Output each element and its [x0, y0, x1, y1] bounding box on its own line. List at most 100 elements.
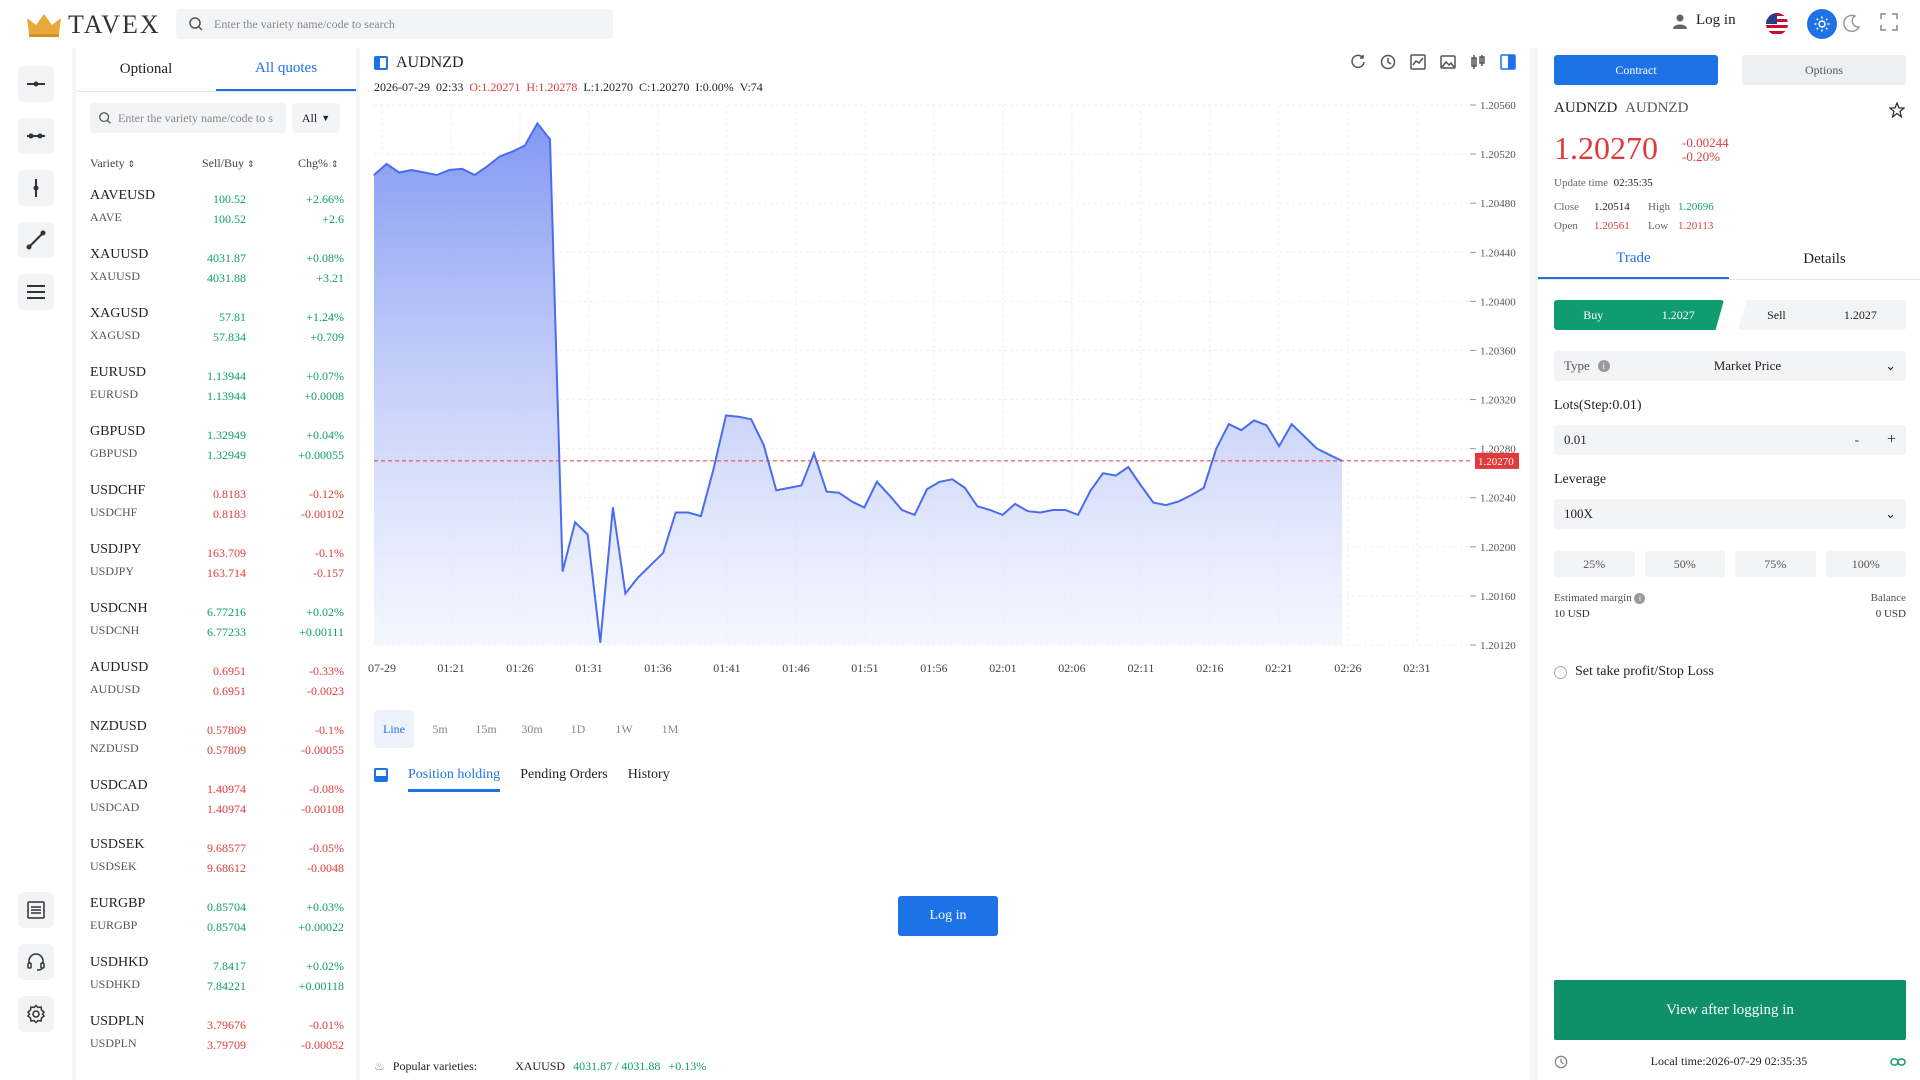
tab-details[interactable]: Details — [1729, 240, 1920, 279]
popular-change: +0.13% — [668, 1059, 707, 1073]
quote-change: +0.00111 — [299, 625, 344, 639]
tab-position-holding[interactable]: Position holding — [408, 767, 501, 792]
quote-row[interactable]: USDJPY USDJPY 163.709 163.714 -0.1% -0.157 — [90, 540, 344, 599]
leverage-select[interactable]: 100X ⌄ — [1554, 499, 1906, 529]
period-30m[interactable]: 30m — [512, 710, 552, 748]
orders-panel-icon[interactable] — [374, 768, 388, 782]
global-search[interactable]: Enter the variety name/code to search — [176, 9, 613, 39]
login-button[interactable]: Log in — [898, 896, 998, 936]
period-15m[interactable]: 15m — [466, 710, 506, 748]
news-icon[interactable] — [18, 892, 54, 928]
filter-dropdown[interactable]: All ▼ — [292, 103, 340, 133]
col-chg[interactable]: Chg% ⇕ — [298, 156, 339, 171]
percent-25-button[interactable]: 25% — [1554, 551, 1635, 577]
quote-buy: 57.834 — [213, 330, 246, 344]
indicator-icon[interactable] — [1410, 54, 1426, 70]
quote-row[interactable]: USDCNH USDCNH 6.77216 6.77233 +0.02% +0.00111 — [90, 599, 344, 658]
quote-row[interactable]: USDCHF USDCHF 0.8183 0.8183 -0.12% -0.00102 — [90, 481, 344, 540]
candlestick-icon[interactable] — [1470, 54, 1486, 70]
quote-subname: USDCAD — [90, 800, 140, 814]
link-icon[interactable] — [1890, 1055, 1906, 1069]
tab-optional[interactable]: Optional — [76, 48, 216, 91]
quote-sell: 4031.87 — [207, 251, 246, 265]
vertical-line-tool-icon[interactable] — [18, 170, 54, 206]
quote-row[interactable]: XAGUSD XAGUSD 57.81 57.834 +1.24% +0.709 — [90, 304, 344, 363]
quote-row[interactable]: USDPLN USDPLN 3.79676 3.79709 -0.01% -0.00052 — [90, 1012, 344, 1071]
lots-stepper[interactable]: 0.01 - + — [1554, 425, 1906, 455]
trend-line-tool-icon[interactable] — [18, 222, 54, 258]
data-point — [1265, 424, 1268, 426]
y-tick-label: 1.20200 — [1480, 542, 1516, 554]
logo[interactable]: TAVEX — [26, 10, 161, 40]
buy-button[interactable]: Buy 1.2027 — [1554, 300, 1724, 330]
login-link[interactable]: Log in — [1672, 12, 1736, 29]
quote-row[interactable]: EURUSD EURUSD 1.13944 1.13944 +0.07% +0.0008 — [90, 363, 344, 422]
contract-button[interactable]: Contract — [1554, 55, 1718, 85]
tab-history[interactable]: History — [628, 767, 670, 783]
x-tick-label: 01:36 — [644, 661, 671, 675]
period-5m[interactable]: 5m — [420, 710, 460, 748]
tab-pending-orders[interactable]: Pending Orders — [520, 767, 608, 783]
quote-row[interactable]: AUDUSD AUDUSD 0.6951 0.6951 -0.33% -0.0023 — [90, 658, 344, 717]
chart-symbol[interactable]: AUDNZD — [374, 54, 464, 72]
star-favorite-icon[interactable] — [1889, 102, 1905, 118]
fullscreen-icon[interactable] — [1880, 13, 1898, 35]
ray-line-tool-icon[interactable] — [18, 118, 54, 154]
order-type-select[interactable]: Type i Market Price ⌄ — [1554, 351, 1906, 381]
high-value: 1.20696 — [1678, 201, 1714, 213]
quote-subname: AAVE — [90, 210, 122, 224]
price-chart[interactable]: 1.20560 1.20520 1.20480 1.20440 1.20400 1.203… — [360, 100, 1530, 700]
quote-row[interactable]: GBPUSD GBPUSD 1.32949 1.32949 +0.04% +0.00055 — [90, 422, 344, 481]
quote-row[interactable]: AAVEUSD AAVE 100.52 100.52 +2.66% +2.6 — [90, 186, 344, 245]
light-theme-button[interactable] — [1807, 9, 1837, 39]
quote-subname: NZDUSD — [90, 741, 139, 755]
period-1m[interactable]: 1M — [650, 710, 690, 748]
clock-icon[interactable] — [1380, 54, 1396, 70]
quote-row[interactable]: EURGBP EURGBP 0.85704 0.85704 +0.03% +0.00022 — [90, 894, 344, 953]
quotes-search-input[interactable]: Enter the variety name/code to s — [90, 103, 286, 133]
quote-row[interactable]: USDCAD USDCAD 1.40974 1.40974 -0.08% -0.00108 — [90, 776, 344, 835]
chevron-down-icon: ⌄ — [1885, 506, 1896, 521]
quote-symbol: EURGBP — [90, 896, 146, 911]
menu-icon[interactable] — [18, 274, 54, 310]
col-variety[interactable]: Variety ⇕ — [90, 156, 135, 171]
quote-row[interactable]: NZDUSD NZDUSD 0.57809 0.57809 -0.1% -0.00055 — [90, 717, 344, 776]
horizontal-line-tool-icon[interactable] — [18, 66, 54, 102]
quote-row[interactable]: USDSEK USDSEK 9.68577 9.68612 -0.05% -0.0048 — [90, 835, 344, 894]
moon-icon[interactable] — [1842, 13, 1862, 37]
tab-all-quotes[interactable]: All quotes — [216, 48, 356, 91]
sell-button[interactable]: Sell 1.2027 — [1738, 300, 1906, 330]
data-point — [612, 506, 614, 509]
plus-icon[interactable]: + — [1887, 431, 1896, 449]
percent-50-button[interactable]: 50% — [1644, 551, 1725, 577]
quote-change: +3.21 — [316, 271, 344, 285]
headset-support-icon[interactable] — [18, 944, 54, 980]
options-button[interactable]: Options — [1742, 55, 1906, 85]
percent-75-button[interactable]: 75% — [1735, 551, 1816, 577]
period-line[interactable]: Line — [374, 710, 414, 748]
data-point — [926, 488, 928, 490]
radio-icon[interactable] — [1554, 665, 1567, 679]
popular-symbol[interactable]: XAUUSD — [515, 1059, 565, 1074]
panel-toggle-icon[interactable] — [374, 56, 388, 70]
settings-gear-icon[interactable] — [18, 996, 54, 1032]
quote-subname: USDCHF — [90, 505, 138, 519]
percent-100-button[interactable]: 100% — [1825, 551, 1906, 577]
view-after-login-button[interactable]: View after logging in — [1554, 980, 1906, 1040]
tab-trade[interactable]: Trade — [1538, 240, 1729, 279]
tpsl-option[interactable]: Set take profit/Stop Loss — [1554, 664, 1714, 680]
minus-icon[interactable]: - — [1855, 432, 1859, 448]
popular-price: 4031.87 / 4031.88 — [573, 1059, 661, 1073]
quote-change-pct: +0.02% — [306, 605, 344, 619]
quote-row[interactable]: XAUUSD XAUUSD 4031.87 4031.88 +0.08% +3.21 — [90, 245, 344, 304]
us-flag-icon[interactable] — [1766, 13, 1788, 35]
screenshot-icon[interactable] — [1440, 54, 1456, 70]
col-sell-buy[interactable]: Sell/Buy ⇕ — [202, 156, 255, 171]
period-1d[interactable]: 1D — [558, 710, 598, 748]
x-tick-label: 01:46 — [782, 661, 809, 675]
quote-row[interactable]: USDHKD USDHKD 7.8417 7.84221 +0.02% +0.00118 — [90, 953, 344, 1012]
refresh-icon[interactable] — [1350, 54, 1366, 70]
tpsl-label: Set take profit/Stop Loss — [1575, 664, 1714, 679]
layout-toggle-icon[interactable] — [1500, 54, 1516, 70]
period-1w[interactable]: 1W — [604, 710, 644, 748]
